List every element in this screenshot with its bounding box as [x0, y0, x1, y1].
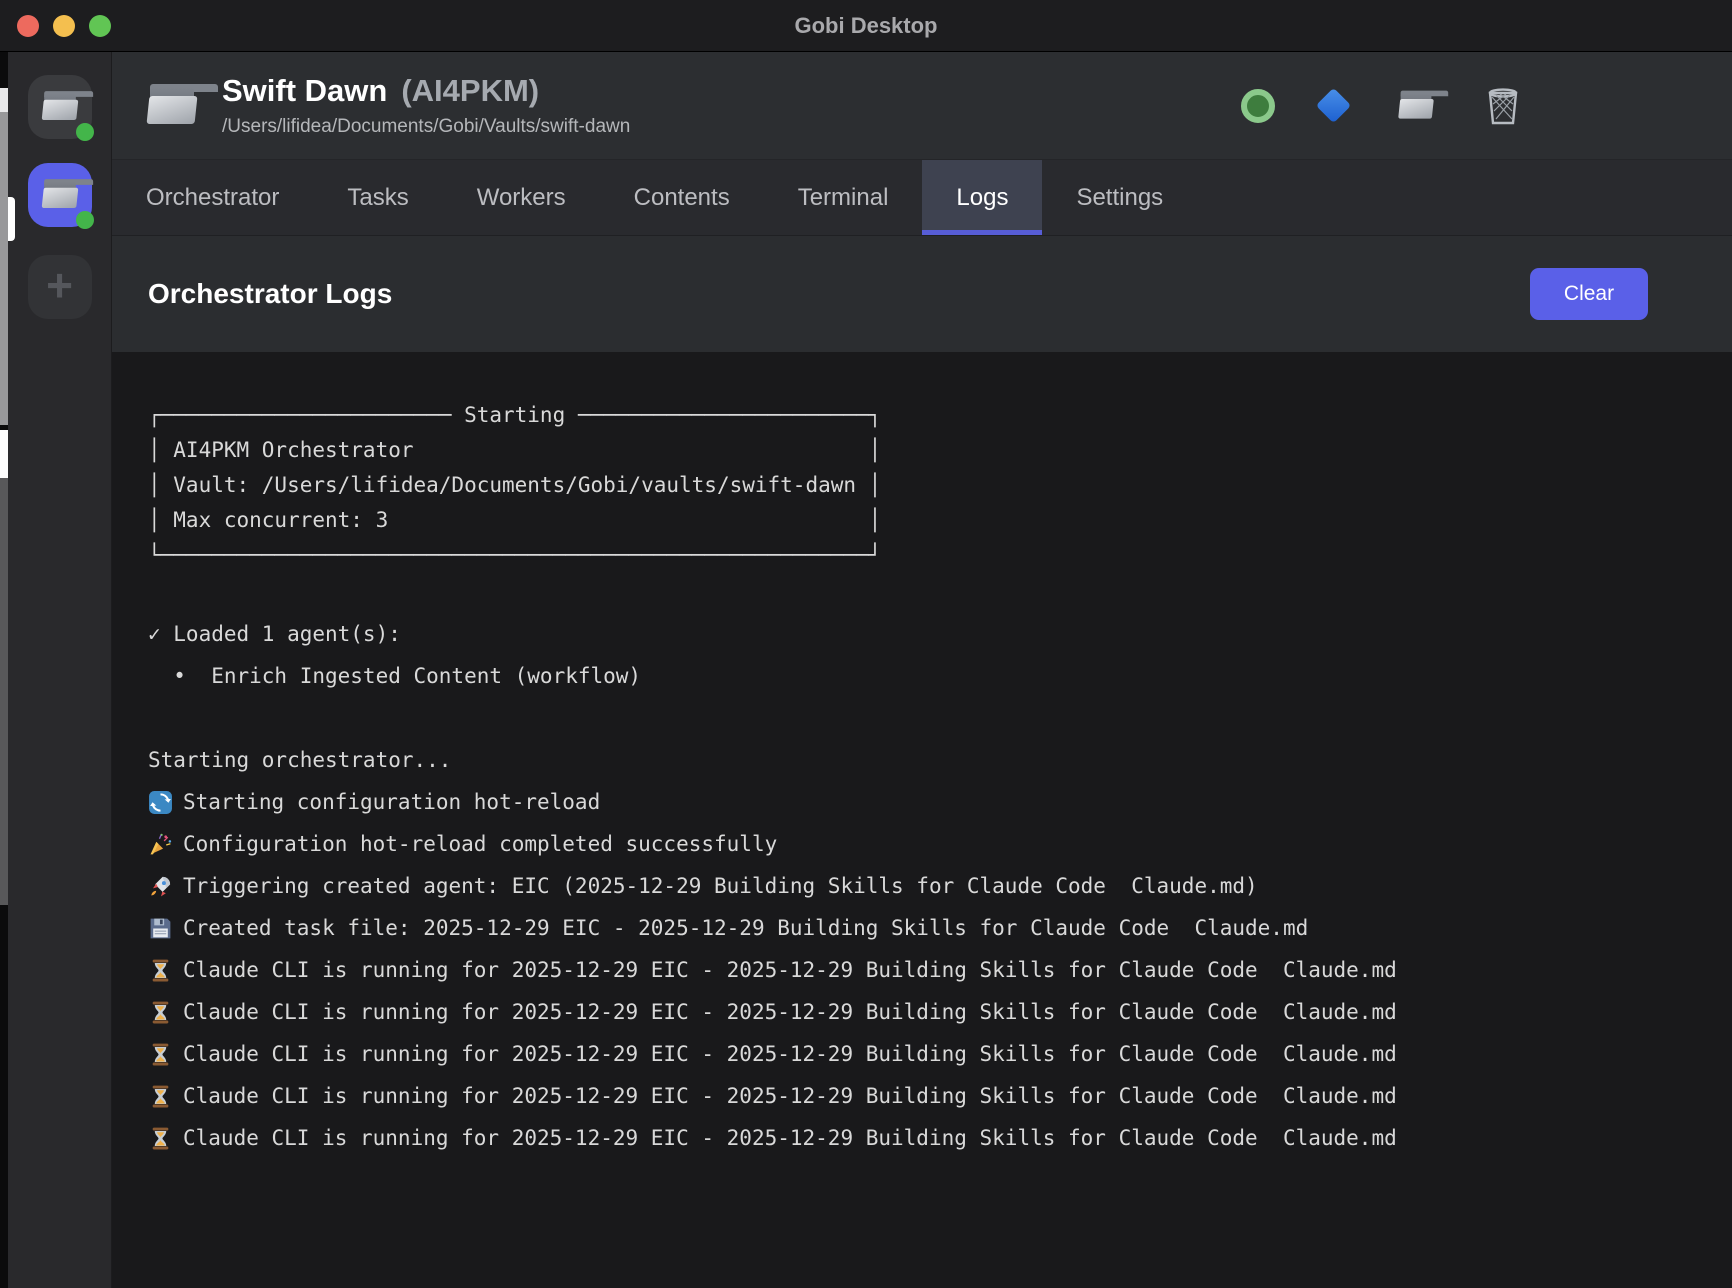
vault-title-suffix: (AI4PKM): [401, 73, 539, 109]
online-status-dot: [76, 211, 94, 229]
app-title: Gobi Desktop: [794, 13, 937, 39]
log-line: Claude CLI is running for 2025-12-29 EIC…: [148, 1117, 1708, 1159]
background-window-edge: [0, 478, 8, 905]
window-controls: [17, 15, 111, 37]
log-text: Claude CLI is running for 2025-12-29 EIC…: [183, 1042, 1397, 1066]
tabbar: Orchestrator Tasks Workers Contents Term…: [112, 160, 1732, 236]
vault-path: /Users/lifidea/Documents/Gobi/Vaults/swi…: [222, 116, 630, 138]
main-panel: Swift Dawn (AI4PKM) /Users/lifidea/Docum…: [112, 52, 1732, 1288]
log-line: • Enrich Ingested Content (workflow): [148, 655, 1708, 697]
log-line: Claude CLI is running for 2025-12-29 EIC…: [148, 1033, 1708, 1075]
folder-icon: [42, 93, 77, 122]
log-line: Claude CLI is running for 2025-12-29 EIC…: [148, 949, 1708, 991]
hourglass-icon: [148, 1084, 173, 1109]
clear-logs-button[interactable]: Clear: [1530, 268, 1648, 320]
zoom-button[interactable]: [89, 15, 111, 37]
status-green-icon: [1241, 89, 1275, 123]
app-window: + Swift Dawn (AI4PKM) /Users/lifidea/Doc…: [8, 52, 1732, 1288]
rocket-icon: [148, 874, 173, 899]
vault-title: Swift Dawn: [222, 73, 387, 109]
hourglass-icon: [148, 1042, 173, 1067]
add-vault-button[interactable]: +: [28, 255, 92, 319]
tab-contents[interactable]: Contents: [600, 160, 764, 235]
titlebar: Gobi Desktop: [0, 0, 1732, 52]
log-text: Triggering created agent: EIC (2025-12-2…: [183, 874, 1258, 898]
tab-orchestrator[interactable]: Orchestrator: [112, 160, 313, 235]
startup-banner: ┌─────────────────────── Starting ──────…: [148, 398, 1708, 573]
blue-diamond-icon[interactable]: [1316, 88, 1351, 123]
log-line: Claude CLI is running for 2025-12-29 EIC…: [148, 1075, 1708, 1117]
log-line: [148, 697, 1708, 739]
tab-tasks[interactable]: Tasks: [313, 160, 442, 235]
tab-workers[interactable]: Workers: [443, 160, 600, 235]
open-folder-icon[interactable]: [1399, 92, 1433, 120]
tab-settings[interactable]: Settings: [1042, 160, 1197, 235]
floppy-icon: [148, 916, 173, 941]
vault-header: Swift Dawn (AI4PKM) /Users/lifidea/Docum…: [112, 52, 1732, 160]
trash-icon[interactable]: [1486, 87, 1520, 125]
hourglass-icon: [148, 1000, 173, 1025]
log-console[interactable]: ┌─────────────────────── Starting ──────…: [112, 352, 1732, 1288]
log-text: Claude CLI is running for 2025-12-29 EIC…: [183, 958, 1397, 982]
log-text: Configuration hot-reload completed succe…: [183, 832, 777, 856]
log-text: Claude CLI is running for 2025-12-29 EIC…: [183, 1126, 1397, 1150]
console-lines: ✓ Loaded 1 agent(s): • Enrich Ingested C…: [148, 613, 1708, 1159]
folder-icon: [42, 181, 77, 210]
vault-rail: +: [8, 52, 112, 1288]
active-vault-indicator: [8, 197, 15, 241]
hourglass-icon: [148, 958, 173, 983]
log-line: Claude CLI is running for 2025-12-29 EIC…: [148, 991, 1708, 1033]
log-text: Claude CLI is running for 2025-12-29 EIC…: [183, 1000, 1397, 1024]
log-text: • Enrich Ingested Content (workflow): [148, 664, 641, 688]
hourglass-icon: [148, 1126, 173, 1151]
log-text: Created task file: 2025-12-29 EIC - 2025…: [183, 916, 1308, 940]
page-title: Orchestrator Logs: [148, 278, 392, 310]
log-text: ✓ Loaded 1 agent(s):: [148, 622, 401, 646]
minimize-button[interactable]: [53, 15, 75, 37]
party-icon: [148, 832, 173, 857]
log-line: Starting orchestrator...: [148, 739, 1708, 781]
log-line: Triggering created agent: EIC (2025-12-2…: [148, 865, 1708, 907]
background-window-edge: [0, 430, 8, 478]
plus-icon: +: [46, 262, 73, 308]
header-actions: [1241, 86, 1520, 126]
refresh-icon: [148, 790, 173, 815]
background-window-edge: [0, 88, 8, 112]
tab-logs[interactable]: Logs: [922, 160, 1042, 235]
log-line: Created task file: 2025-12-29 EIC - 2025…: [148, 907, 1708, 949]
sidebar-item-vault-swift-dawn[interactable]: [28, 163, 92, 227]
vault-folder-icon: [148, 86, 196, 126]
log-text: Starting configuration hot-reload: [183, 790, 600, 814]
log-line: Configuration hot-reload completed succe…: [148, 823, 1708, 865]
log-text: Claude CLI is running for 2025-12-29 EIC…: [183, 1084, 1397, 1108]
online-status-dot: [76, 123, 94, 141]
log-line: ✓ Loaded 1 agent(s):: [148, 613, 1708, 655]
background-window-edge: [0, 112, 8, 425]
log-text: Starting orchestrator...: [148, 748, 451, 772]
tab-terminal[interactable]: Terminal: [764, 160, 923, 235]
sidebar-item-vault-1[interactable]: [28, 75, 92, 139]
log-line: Starting configuration hot-reload: [148, 781, 1708, 823]
logs-panel-header: Orchestrator Logs Clear: [112, 236, 1732, 352]
close-button[interactable]: [17, 15, 39, 37]
